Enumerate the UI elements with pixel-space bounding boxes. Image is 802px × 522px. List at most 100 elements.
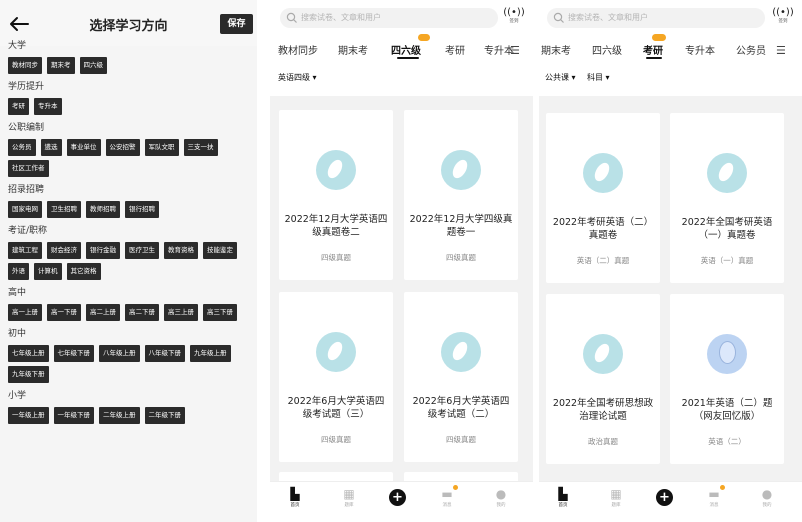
direction-chip[interactable]: 八年级上册 xyxy=(99,345,140,362)
direction-chip[interactable]: 教师招聘 xyxy=(86,201,120,218)
nav-profile[interactable]: ● 我的 xyxy=(752,487,782,510)
direction-chip[interactable]: 卫生招聘 xyxy=(47,201,81,218)
direction-chip[interactable]: 事业单位 xyxy=(66,139,101,156)
tab-final-exam[interactable]: 期末考 xyxy=(338,42,368,57)
direction-chip[interactable]: 高三下册 xyxy=(203,304,237,321)
direction-chip[interactable]: 国家电网 xyxy=(8,201,42,218)
direction-chip[interactable]: 高二下册 xyxy=(125,304,159,321)
direction-chip[interactable]: 技能鉴定 xyxy=(203,242,237,259)
nav-home[interactable]: ▙ 首页 xyxy=(548,487,578,510)
nav-messages[interactable]: ▬ 消息 xyxy=(432,485,462,510)
paper-card[interactable]: 2022年12月大学四级真题卷一 四级真题 xyxy=(404,110,518,280)
page-title: 选择学习方向 xyxy=(89,19,168,34)
search-input[interactable]: 搜索试卷、文章和用户 xyxy=(280,8,498,28)
section-title: 高中 xyxy=(8,288,27,298)
direction-chip[interactable]: 银行招聘 xyxy=(125,201,159,218)
paper-card[interactable]: 2022年全国考研思想政治理论试题 政治真题 xyxy=(546,294,660,464)
direction-chip[interactable]: 高一上册 xyxy=(8,304,42,321)
direction-chip[interactable]: 公务员 xyxy=(8,139,36,156)
checkin-button[interactable]: ((•)) 签到 xyxy=(772,7,794,31)
direction-chip[interactable]: 四六级 xyxy=(79,57,107,74)
direction-chip[interactable]: 高三上册 xyxy=(164,304,198,321)
tab-postgrad[interactable]: 考研 xyxy=(445,42,465,57)
tab-civil-service[interactable]: 公务员 xyxy=(736,42,766,57)
direction-chip[interactable]: 八年级下册 xyxy=(144,345,185,362)
paper-grid: 2022年考研英语（二）真题卷 英语（二）真题 2022年全国考研英语（一）真题… xyxy=(539,96,802,481)
broadcast-icon: ((•)) xyxy=(503,7,525,18)
tab-postgrad[interactable]: 考研 xyxy=(643,42,663,57)
direction-chip[interactable]: 外语 xyxy=(8,263,29,280)
direction-chip[interactable]: 军队文职 xyxy=(144,139,179,156)
direction-section: 初中七年级上册 七年级下册 八年级上册 八年级下册 九年级上册九年级下册 xyxy=(8,328,253,383)
tab-cet[interactable]: 四六级 xyxy=(391,42,421,57)
direction-chip[interactable]: 期末考 xyxy=(47,57,75,74)
direction-chip[interactable]: 七年级下册 xyxy=(53,345,94,362)
direction-chip[interactable]: 银行金融 xyxy=(86,242,120,259)
filter-public[interactable]: 公共课 ▾ xyxy=(545,72,576,83)
nav-messages[interactable]: ▬ 消息 xyxy=(699,485,729,510)
direction-chip[interactable]: 遴选 xyxy=(40,139,62,156)
direction-chip[interactable]: 九年级下册 xyxy=(8,366,49,383)
paper-icon xyxy=(707,153,747,193)
section-title: 小学 xyxy=(8,391,27,401)
direction-chip[interactable]: 高一下册 xyxy=(47,304,81,321)
checkin-button[interactable]: ((•)) 签到 xyxy=(503,7,525,31)
filter-cet4[interactable]: 英语四级 ▾ xyxy=(278,72,317,83)
menu-icon[interactable]: ☰ xyxy=(510,44,520,57)
direction-chip[interactable]: 医疗卫生 xyxy=(125,242,159,259)
nav-home[interactable]: ▙ 首页 xyxy=(280,487,310,510)
add-button[interactable]: + xyxy=(656,489,673,506)
direction-chip[interactable]: 七年级上册 xyxy=(8,345,49,362)
direction-chip[interactable]: 公安招警 xyxy=(105,139,140,156)
direction-chip[interactable]: 财会经济 xyxy=(47,242,81,259)
search-placeholder: 搜索试卷、文章和用户 xyxy=(301,13,381,22)
paper-card[interactable]: 2021年英语（二）题（网友回忆版） 英语（二） xyxy=(670,294,784,464)
direction-chip[interactable]: 教育资格 xyxy=(164,242,198,259)
paper-category: 四级真题 xyxy=(321,253,351,262)
direction-chip[interactable]: 一年级上册 xyxy=(8,407,49,424)
nav-bank[interactable]: ▦ 题库 xyxy=(601,487,631,510)
nav-bank-label: 题库 xyxy=(611,503,621,508)
paper-card[interactable]: 2022年6月大学英语四级考试题（三） 四级真题 xyxy=(279,292,393,462)
save-button[interactable]: 保存 xyxy=(220,14,253,34)
direction-chip[interactable]: 二年级下册 xyxy=(144,407,185,424)
direction-chip[interactable]: 建筑工程 xyxy=(8,242,42,259)
tab-textbook[interactable]: 教材同步 xyxy=(278,42,318,57)
paper-icon xyxy=(316,150,356,190)
filter-subject[interactable]: 科目 ▾ xyxy=(587,72,610,83)
direction-sections: 大学 教材同步 期末考 四六级 学历提升 考研 专升本 公职编制 公务员 遴选 事业单位 公安招警 军队… xyxy=(8,40,253,431)
tab-upgrade[interactable]: 专升本 xyxy=(685,42,715,57)
search-input[interactable]: 搜索试卷、文章和用户 xyxy=(547,8,765,28)
paper-icon xyxy=(583,153,623,193)
section-title: 初中 xyxy=(8,329,27,339)
filter-label: 英语四级 xyxy=(278,73,310,82)
paper-card[interactable]: 2022年6月大学英语四级考试题（二） 四级真题 xyxy=(404,292,518,462)
balloon-icon xyxy=(707,334,747,374)
nav-bank[interactable]: ▦ 题库 xyxy=(334,487,364,510)
direction-chip[interactable]: 二年级上册 xyxy=(99,407,140,424)
direction-chip[interactable]: 一年级下册 xyxy=(53,407,94,424)
paper-card[interactable]: 2022年全国考研英语（一）真题卷 英语（一）真题 xyxy=(670,113,784,283)
direction-chip[interactable]: 考研 xyxy=(8,98,29,115)
paper-grid: 2022年12月大学英语四级真题卷二 四级真题 2022年12月大学四级真题卷一… xyxy=(270,96,533,492)
menu-icon[interactable]: ☰ xyxy=(776,44,786,57)
direction-chip[interactable]: 其它资格 xyxy=(66,263,101,280)
notification-dot xyxy=(720,485,725,490)
direction-chip[interactable]: 教材同步 xyxy=(8,57,42,74)
direction-chip[interactable]: 社区工作者 xyxy=(8,160,49,177)
nav-profile[interactable]: ● 我的 xyxy=(486,487,516,510)
direction-chip[interactable]: 专升本 xyxy=(34,98,62,115)
paper-card[interactable]: 2022年12月大学英语四级真题卷二 四级真题 xyxy=(279,110,393,280)
tab-cet[interactable]: 四六级 xyxy=(592,42,622,57)
direction-chip[interactable]: 三支一扶 xyxy=(183,139,218,156)
direction-chip[interactable]: 九年级上册 xyxy=(190,345,231,362)
paper-category: 四级真题 xyxy=(446,435,476,444)
home-icon: ▙ xyxy=(558,487,568,501)
direction-chip[interactable]: 计算机 xyxy=(34,263,62,280)
tab-final-exam[interactable]: 期末考 xyxy=(541,42,571,57)
paper-card[interactable]: 2022年考研英语（二）真题卷 英语（二）真题 xyxy=(546,113,660,283)
add-button[interactable]: + xyxy=(389,489,406,506)
direction-chip[interactable]: 高二上册 xyxy=(86,304,120,321)
nav-bank-label: 题库 xyxy=(344,503,354,508)
direction-section: 招录招聘 国家电网 卫生招聘 教师招聘 银行招聘 xyxy=(8,184,253,218)
